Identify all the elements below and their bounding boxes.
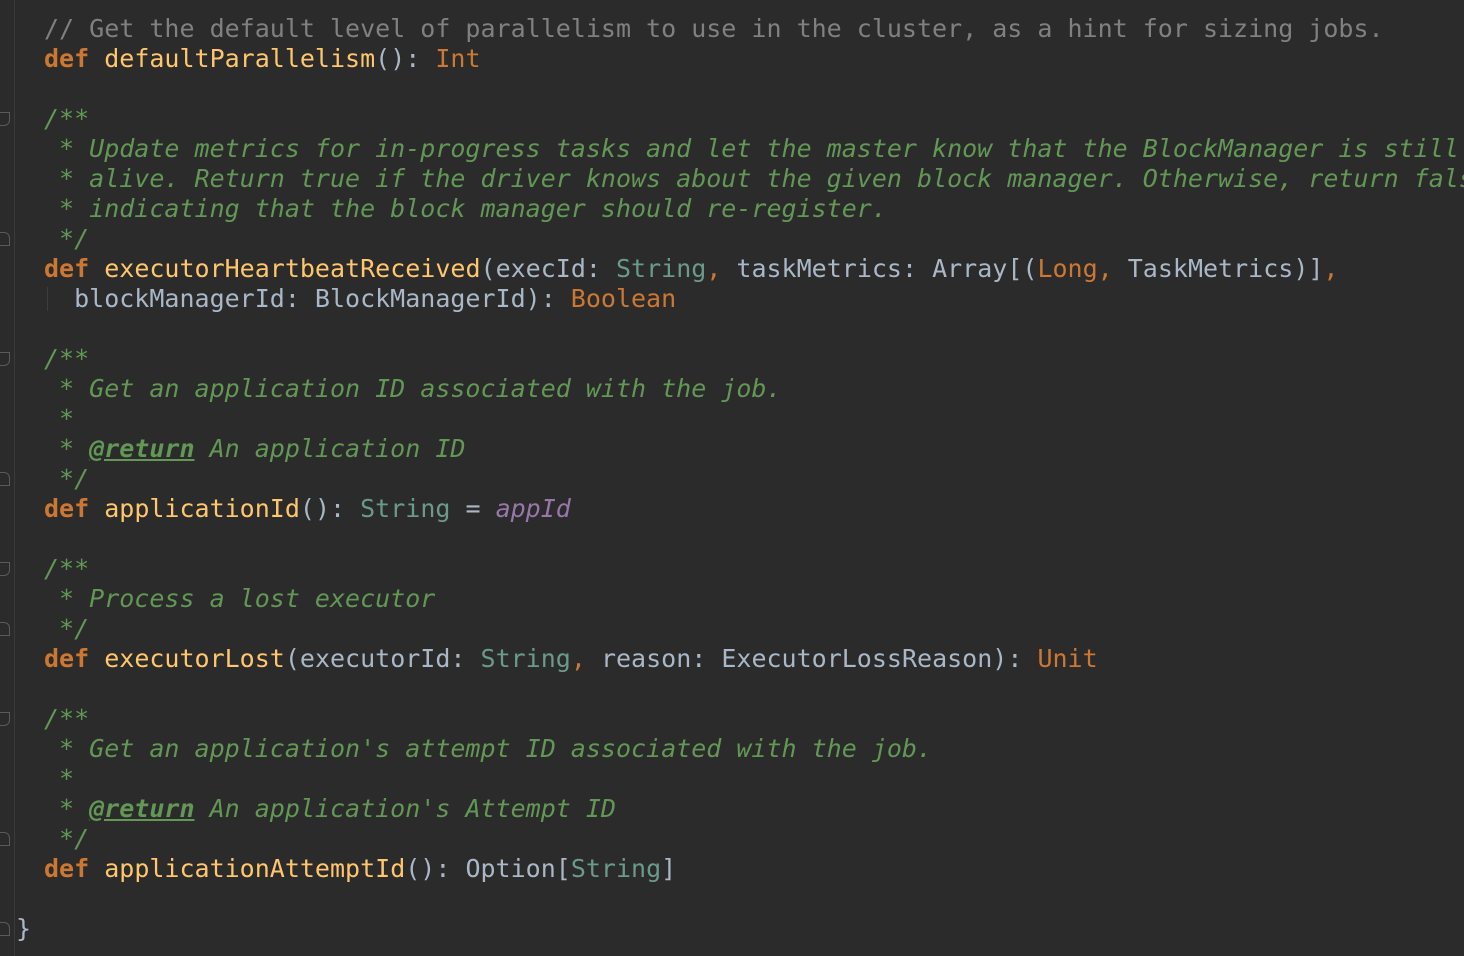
code-token: applicationAttemptId bbox=[104, 854, 406, 883]
code-line[interactable]: * Process a lost executor bbox=[0, 584, 1464, 614]
code-token: blockManagerId: BlockManagerId): bbox=[44, 284, 571, 313]
code-token: /** bbox=[44, 344, 90, 373]
code-token: reason: ExecutorLossReason): bbox=[600, 644, 1038, 673]
code-token: String bbox=[615, 254, 707, 283]
code-line[interactable]: * bbox=[0, 764, 1464, 794]
code-token: Boolean bbox=[570, 284, 677, 313]
code-line[interactable]: * alive. Return true if the driver knows… bbox=[0, 164, 1464, 194]
code-token: Int bbox=[435, 44, 481, 73]
code-area[interactable]: // Get the default level of parallelism … bbox=[0, 14, 1464, 944]
code-line[interactable]: // Get the default level of parallelism … bbox=[0, 14, 1464, 44]
code-token: */ bbox=[44, 824, 90, 853]
code-token: */ bbox=[44, 464, 90, 493]
code-line[interactable]: */ bbox=[0, 224, 1464, 254]
code-line[interactable]: */ bbox=[0, 614, 1464, 644]
code-token: An application's Attempt ID bbox=[194, 794, 616, 823]
code-editor[interactable]: // Get the default level of parallelism … bbox=[0, 0, 1464, 956]
code-token: (execId: bbox=[480, 254, 616, 283]
code-line[interactable]: */ bbox=[0, 464, 1464, 494]
code-token: def bbox=[44, 854, 105, 883]
code-token: * Get an application ID associated with … bbox=[44, 374, 782, 403]
code-token: * bbox=[44, 404, 75, 433]
code-token: def bbox=[44, 494, 105, 523]
code-token: taskMetrics: Array[( bbox=[736, 254, 1038, 283]
code-line[interactable] bbox=[0, 524, 1464, 554]
code-token: /** bbox=[44, 554, 90, 583]
code-token: , bbox=[706, 254, 737, 283]
code-line[interactable]: * Update metrics for in-progress tasks a… bbox=[0, 134, 1464, 164]
code-line[interactable]: */ bbox=[0, 824, 1464, 854]
code-token: , bbox=[1323, 254, 1339, 283]
code-line[interactable]: /** bbox=[0, 704, 1464, 734]
code-token: , bbox=[570, 644, 601, 673]
code-token: * alive. Return true if the driver knows… bbox=[44, 164, 1464, 193]
code-token: String bbox=[480, 644, 571, 673]
code-token: appId bbox=[495, 494, 571, 523]
code-line[interactable]: /** bbox=[0, 554, 1464, 584]
code-line[interactable]: * Get an application ID associated with … bbox=[0, 374, 1464, 404]
code-token: executorHeartbeatReceived bbox=[104, 254, 481, 283]
code-token: executorLost bbox=[104, 644, 285, 673]
code-token: * bbox=[44, 794, 90, 823]
code-token: def bbox=[44, 254, 105, 283]
code-token: @return bbox=[89, 794, 195, 823]
code-line[interactable]: def executorHeartbeatReceived(execId: St… bbox=[0, 254, 1464, 284]
code-line[interactable]: /** bbox=[0, 104, 1464, 134]
code-token: An application ID bbox=[194, 434, 466, 463]
code-token: def bbox=[44, 644, 105, 673]
code-line[interactable]: blockManagerId: BlockManagerId): Boolean bbox=[0, 284, 1464, 314]
code-token: defaultParallelism bbox=[104, 44, 376, 73]
code-token: * indicating that the block manager shou… bbox=[44, 194, 887, 223]
code-token: } bbox=[16, 914, 32, 943]
code-line[interactable] bbox=[0, 884, 1464, 914]
code-line[interactable] bbox=[0, 74, 1464, 104]
code-token: Long, bbox=[1037, 254, 1128, 283]
code-line[interactable]: /** bbox=[0, 344, 1464, 374]
code-line[interactable]: } bbox=[0, 914, 1464, 944]
code-token: = bbox=[450, 494, 496, 523]
code-line[interactable] bbox=[0, 674, 1464, 704]
code-token: * bbox=[44, 764, 75, 793]
code-token: * Update metrics for in-progress tasks a… bbox=[44, 134, 1459, 163]
code-line[interactable]: def applicationId(): String = appId bbox=[0, 494, 1464, 524]
code-line[interactable]: def executorLost(executorId: String, rea… bbox=[0, 644, 1464, 674]
code-token: Unit bbox=[1037, 644, 1098, 673]
code-token: // Get the default level of parallelism … bbox=[44, 14, 1384, 43]
code-line[interactable]: * indicating that the block manager shou… bbox=[0, 194, 1464, 224]
code-token: */ bbox=[44, 614, 90, 643]
code-token: * bbox=[44, 434, 90, 463]
indent-guide bbox=[47, 287, 48, 311]
code-line[interactable]: def defaultParallelism(): Int bbox=[0, 44, 1464, 74]
code-token: def bbox=[44, 44, 105, 73]
code-token: applicationId bbox=[104, 494, 300, 523]
code-token: TaskMetrics)] bbox=[1127, 254, 1324, 283]
code-token: @return bbox=[89, 434, 195, 463]
code-line[interactable]: * bbox=[0, 404, 1464, 434]
code-token: (): bbox=[375, 44, 436, 73]
code-token: * Get an application's attempt ID associ… bbox=[44, 734, 933, 763]
code-token: /** bbox=[44, 104, 90, 133]
code-line[interactable]: * @return An application ID bbox=[0, 434, 1464, 464]
code-token: (executorId: bbox=[284, 644, 481, 673]
code-line[interactable]: * Get an application's attempt ID associ… bbox=[0, 734, 1464, 764]
code-token: * Process a lost executor bbox=[44, 584, 436, 613]
code-line[interactable]: * @return An application's Attempt ID bbox=[0, 794, 1464, 824]
code-token: String bbox=[360, 494, 451, 523]
code-token: */ bbox=[44, 224, 90, 253]
code-line[interactable]: def applicationAttemptId(): Option[Strin… bbox=[0, 854, 1464, 884]
code-token: ] bbox=[661, 854, 677, 883]
code-token: (): Option[ bbox=[405, 854, 571, 883]
code-line[interactable] bbox=[0, 314, 1464, 344]
code-token: /** bbox=[44, 704, 90, 733]
code-token: (): bbox=[299, 494, 361, 523]
code-token: String bbox=[570, 854, 662, 883]
